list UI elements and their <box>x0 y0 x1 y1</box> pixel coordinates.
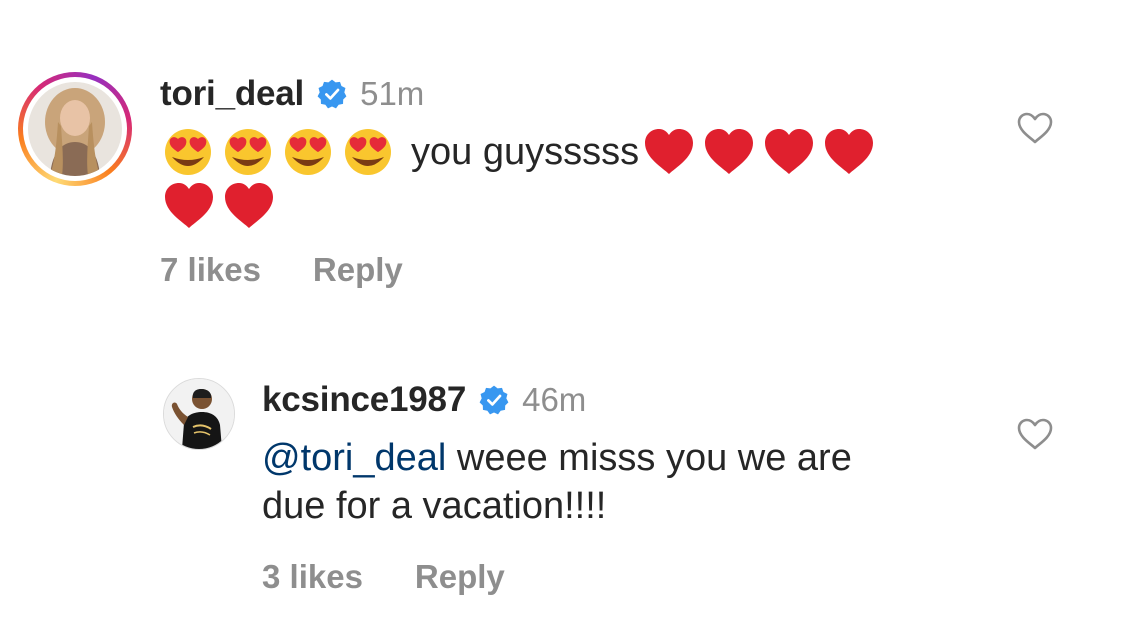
reply-button[interactable]: Reply <box>313 251 403 289</box>
timestamp: 51m <box>360 75 425 112</box>
avatar <box>28 82 122 176</box>
comment-body-text: weee misss you we are <box>446 437 852 479</box>
comment-kcsince1987: kcsince1987 46m @tori_deal weee misss yo… <box>0 320 1125 631</box>
comment-text: @tori_deal weee misss you we are due for… <box>262 434 1022 530</box>
comment-meta: 7 likes Reply <box>160 250 403 290</box>
likes-count[interactable]: 3 likes <box>262 558 363 596</box>
heart-eyes-emoji-icon <box>225 129 271 175</box>
heart-outline-icon[interactable] <box>1016 111 1054 145</box>
username[interactable]: kcsince1987 <box>262 380 466 420</box>
verified-badge-icon <box>317 79 347 109</box>
verified-badge-icon <box>479 385 509 415</box>
red-heart-emoji-icon <box>225 183 273 228</box>
comment-header: kcsince1987 46m <box>262 378 586 422</box>
mention-link[interactable]: @tori_deal <box>262 437 446 479</box>
red-heart-emoji-icon <box>645 129 694 174</box>
comment-body-text: due for a vacation!!!! <box>262 485 607 527</box>
comment-tori-deal: tori_deal 51m you guysssss 7 likes Reply <box>0 0 1125 320</box>
red-heart-emoji-icon <box>165 183 213 228</box>
reply-button[interactable]: Reply <box>415 558 505 596</box>
timestamp: 46m <box>522 381 587 418</box>
comment-meta: 3 likes Reply <box>262 557 505 597</box>
likes-count[interactable]: 7 likes <box>160 251 261 289</box>
heart-eyes-emoji-icon <box>285 129 331 175</box>
comment-text: you guysssss <box>163 124 963 232</box>
red-heart-emoji-icon <box>765 129 814 174</box>
heart-eyes-emoji-icon <box>345 129 391 175</box>
red-heart-emoji-icon <box>825 129 874 174</box>
avatar-story-ring[interactable] <box>18 72 132 186</box>
username[interactable]: tori_deal <box>160 74 304 114</box>
avatar[interactable] <box>163 378 235 450</box>
heart-eyes-emoji-icon <box>165 129 211 175</box>
heart-outline-icon[interactable] <box>1016 417 1054 451</box>
comment-body-text: you guysssss <box>411 131 640 173</box>
red-heart-emoji-icon <box>705 129 754 174</box>
comment-header: tori_deal 51m <box>160 72 424 116</box>
